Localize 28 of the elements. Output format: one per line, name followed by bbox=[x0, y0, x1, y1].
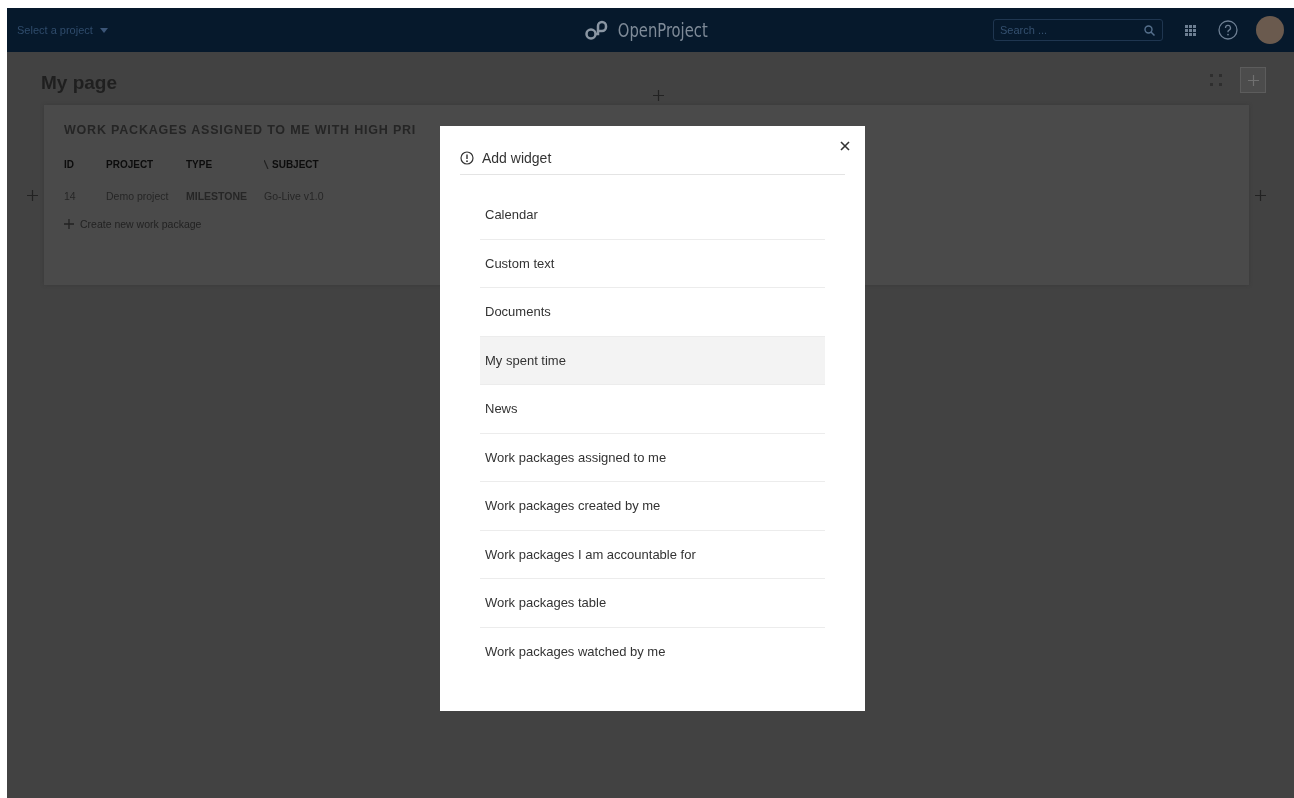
widget-option[interactable]: Custom text bbox=[480, 239, 825, 288]
close-icon[interactable] bbox=[840, 141, 850, 151]
caret-icon[interactable] bbox=[99, 27, 108, 33]
widget-option[interactable]: My spent time bbox=[480, 336, 825, 385]
logo-icon bbox=[583, 19, 610, 41]
add-icon[interactable] bbox=[1255, 189, 1266, 201]
info-icon bbox=[460, 150, 474, 165]
grid-menu-icon[interactable] bbox=[1185, 24, 1196, 36]
widget-option[interactable]: Work packages I am accountable for bbox=[480, 530, 825, 579]
add-icon[interactable] bbox=[653, 90, 664, 101]
widget-option[interactable]: Work packages table bbox=[480, 579, 825, 628]
search-icon[interactable] bbox=[1144, 25, 1155, 36]
widget-option[interactable]: Work packages watched by me bbox=[480, 627, 825, 676]
plus-icon[interactable] bbox=[64, 219, 74, 229]
help-icon[interactable] bbox=[1218, 20, 1238, 40]
widget-option[interactable]: Calendar bbox=[480, 191, 825, 240]
widget-option[interactable]: News bbox=[480, 385, 825, 434]
add-button[interactable] bbox=[1240, 67, 1266, 93]
widget-option[interactable]: Documents bbox=[480, 288, 825, 337]
dialog-title: Add widget bbox=[482, 149, 552, 166]
avatar[interactable] bbox=[1256, 16, 1284, 44]
add-icon[interactable] bbox=[27, 189, 38, 201]
search-field[interactable]: Search ... bbox=[993, 19, 1163, 41]
logo-text: OpenProject bbox=[617, 18, 708, 42]
plus-icon[interactable] bbox=[1247, 74, 1259, 86]
hierarchy-icon[interactable] bbox=[264, 160, 269, 169]
widget-option[interactable]: Work packages created by me bbox=[480, 482, 825, 531]
widget-option[interactable]: Work packages assigned to me bbox=[480, 433, 825, 482]
